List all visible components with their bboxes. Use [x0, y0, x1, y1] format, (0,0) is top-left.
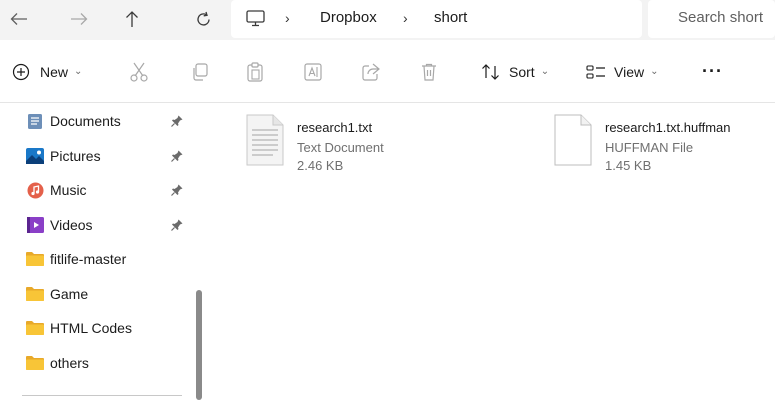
forward-button[interactable] — [64, 5, 94, 33]
arrow-up-icon — [126, 11, 138, 27]
sidebar-item-label: Videos — [50, 217, 93, 233]
sidebar-item-html-codes[interactable]: HTML Codes — [26, 314, 132, 342]
sidebar-item-fitlife-master[interactable]: fitlife-master — [26, 245, 126, 273]
file-item-research1-txt-huffman[interactable]: research1.txt.huffman HUFFMAN File 1.45 … — [553, 114, 731, 173]
sidebar-item-pictures[interactable]: Pictures — [26, 142, 101, 170]
view-label: View — [614, 63, 645, 80]
blank-file-icon — [554, 114, 592, 166]
sidebar-item-music[interactable]: Music — [26, 176, 87, 204]
folder-icon — [26, 319, 44, 337]
new-label: New — [40, 63, 69, 80]
sidebar-item-others[interactable]: others — [26, 349, 89, 377]
sidebar-item-label: Documents — [50, 113, 121, 129]
text-document-icon — [246, 114, 284, 166]
sidebar-item-label: HTML Codes — [50, 320, 132, 336]
refresh-button[interactable] — [188, 5, 218, 33]
documents-icon — [26, 112, 44, 130]
rename-icon — [304, 62, 322, 81]
file-size: 1.45 KB — [605, 158, 652, 173]
new-button[interactable]: New ⌄ — [12, 40, 82, 103]
paste-icon — [247, 61, 263, 82]
more-icon: ··· — [702, 61, 723, 81]
sidebar-item-label: Game — [50, 286, 89, 302]
address-bar-row: › Dropbox › short Search short — [0, 0, 775, 40]
plus-circle-icon — [12, 63, 30, 80]
sort-label: Sort — [509, 63, 535, 80]
file-name: research1.txt.huffman — [605, 120, 731, 135]
cut-button[interactable] — [128, 40, 150, 103]
folder-icon — [26, 250, 44, 268]
sidebar-item-label: fitlife-master — [50, 251, 127, 267]
search-placeholder: Search short — [678, 9, 764, 26]
rename-button[interactable] — [302, 40, 324, 103]
sidebar-item-videos[interactable]: Videos — [26, 211, 93, 239]
chevron-down-icon: ⌄ — [74, 66, 83, 77]
pin-icon — [171, 184, 183, 196]
folder-icon — [26, 285, 44, 303]
more-options-button[interactable]: ··· — [702, 40, 723, 103]
back-button[interactable] — [4, 5, 34, 33]
folder-icon — [26, 354, 44, 372]
share-icon — [362, 63, 380, 81]
pictures-icon — [26, 147, 44, 165]
breadcrumb-item-short[interactable]: short — [434, 9, 467, 26]
delete-button[interactable] — [418, 40, 440, 103]
arrow-right-icon — [71, 13, 88, 25]
sidebar-item-documents[interactable]: Documents — [26, 107, 121, 135]
sort-button[interactable]: Sort ⌄ — [481, 40, 549, 103]
sort-icon — [482, 63, 499, 80]
breadcrumb-item-dropbox[interactable]: Dropbox — [320, 9, 377, 26]
command-bar: New ⌄ Sort ⌄ View ⌄ ··· — [0, 40, 775, 103]
refresh-icon — [196, 11, 210, 25]
chevron-right-icon: › — [285, 10, 290, 26]
file-type: HUFFMAN File — [605, 140, 694, 155]
pin-icon — [171, 150, 183, 162]
chevron-down-icon: ⌄ — [650, 66, 659, 77]
copy-button[interactable] — [189, 40, 211, 103]
arrow-left-icon — [10, 13, 27, 25]
this-pc-icon — [246, 10, 265, 27]
file-size: 2.46 KB — [297, 158, 344, 173]
file-item-research1-txt[interactable]: research1.txt Text Document 2.46 KB — [245, 114, 384, 173]
share-button[interactable] — [360, 40, 382, 103]
sidebar-scrollbar-thumb[interactable] — [196, 290, 202, 400]
copy-icon — [193, 62, 208, 81]
sidebar-divider — [22, 395, 182, 396]
music-icon — [26, 181, 44, 199]
cut-icon — [130, 62, 148, 82]
view-button[interactable]: View ⌄ — [586, 40, 658, 103]
navigation-pane: Documents Pictures Music Videos fitlife-… — [0, 104, 205, 400]
sidebar-item-label: Pictures — [50, 148, 101, 164]
file-name: research1.txt — [297, 120, 373, 135]
pin-icon — [171, 219, 183, 231]
sidebar-item-label: others — [50, 355, 89, 371]
paste-button[interactable] — [244, 40, 266, 103]
chevron-down-icon: ⌄ — [540, 66, 550, 77]
chevron-right-icon: › — [403, 10, 408, 26]
search-input[interactable]: Search short — [648, 0, 775, 38]
view-icon — [586, 64, 605, 79]
breadcrumb[interactable]: › Dropbox › short — [231, 0, 642, 38]
sidebar-item-label: Music — [50, 182, 87, 198]
sidebar-item-game[interactable]: Game — [26, 280, 88, 308]
file-list: research1.txt Text Document 2.46 KB rese… — [210, 104, 775, 400]
delete-icon — [422, 63, 436, 81]
file-type: Text Document — [297, 140, 384, 155]
up-button[interactable] — [117, 5, 147, 33]
pin-icon — [171, 115, 183, 127]
videos-icon — [26, 216, 44, 234]
